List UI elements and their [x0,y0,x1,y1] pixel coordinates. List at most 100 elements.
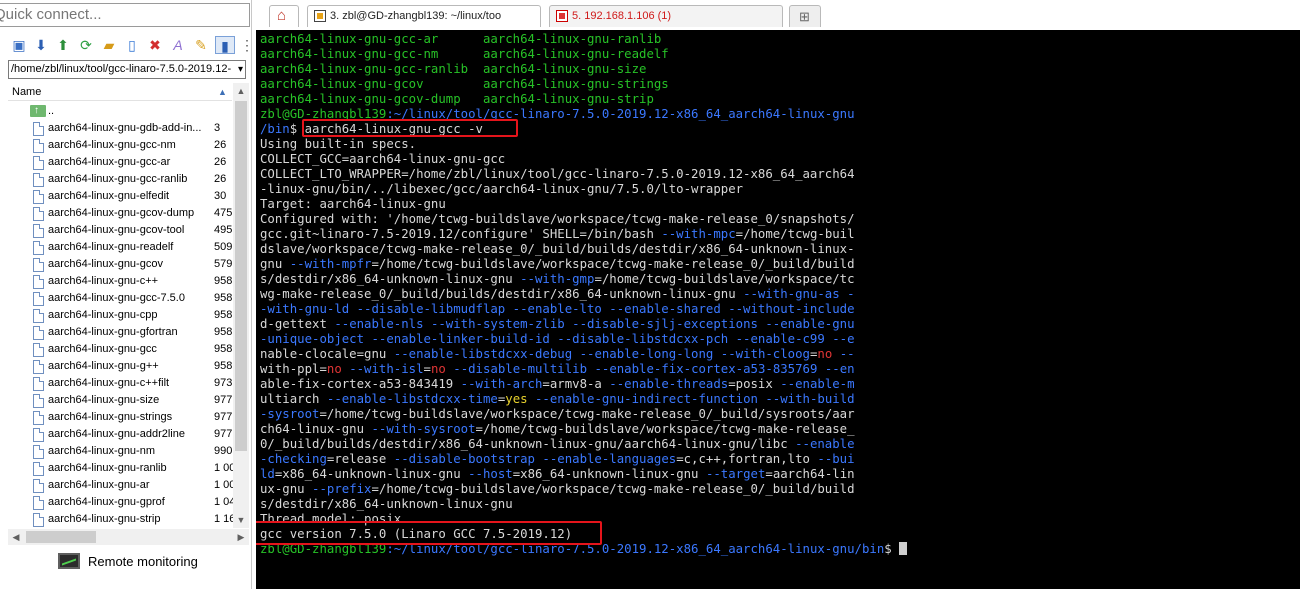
terminal-text: --bui [817,452,855,466]
scrollbar-thumb[interactable] [235,101,247,451]
terminal-text: gcc.git~linaro-7.5-2019.12/configure' SH… [260,227,662,241]
file-name: aarch64-linux-gnu-cpp [48,309,158,321]
file-size: 509 [214,241,233,253]
terminal-text: aarch64-linux-gnu-gcc-ranlib [260,62,483,76]
refresh-icon[interactable]: ⟳ [77,36,95,54]
quick-connect-input[interactable]: Quick connect... [0,3,250,27]
upload-icon[interactable]: ⬆ [54,36,72,54]
terminal-text: with-ppl [260,362,320,376]
file-icon [33,292,44,306]
terminal-text: nable-clocale [260,347,357,361]
file-name: aarch64-linux-gnu-strings [48,411,173,423]
toggle-icon[interactable]: ⋮ [238,36,251,54]
terminal-line: COLLECT_GCC=aarch64-linux-gnu-gcc [260,152,907,167]
new-tab-button[interactable]: ⊞ [789,5,821,27]
terminal-text: =/home/tcwg-buildslave/workspace/tcwg-ma… [371,482,855,496]
file-icon [33,479,44,493]
chevron-down-icon[interactable]: ▾ [238,61,243,78]
list-item[interactable]: aarch64-linux-gnu-ar 1 00 [8,477,234,494]
tab-home[interactable]: ⌂ [269,5,299,27]
list-item[interactable]: aarch64-linux-gnu-strip 1 16 [8,511,234,528]
scroll-down-icon[interactable]: ▼ [233,512,249,528]
terminal-line: dslave/workspace/tcwg-make-release_0/_bu… [260,242,907,257]
terminal-text: =release [326,452,394,466]
folder-up-icon[interactable]: ▣ [10,36,28,54]
list-item[interactable]: aarch64-linux-gnu-gdb-add-in... 3 [8,120,232,137]
terminal-text: $ [884,542,900,556]
terminal-text: -checking [260,452,327,466]
vertical-scrollbar[interactable]: ▲ ▼ [233,83,249,528]
list-item[interactable]: aarch64-linux-gnu-gprof 1 04 [8,494,234,511]
file-name: aarch64-linux-gnu-c++ [48,275,159,287]
list-item[interactable]: aarch64-linux-gnu-gcc 958 [8,341,232,358]
highlight-box-command [302,119,518,137]
list-item[interactable]: aarch64-linux-gnu-gfortran 958 [8,324,232,341]
terminal-text: --with-mpc [661,227,736,241]
file-icon [33,360,44,374]
terminal-text: ultiarch [260,392,327,406]
list-item[interactable]: aarch64-linux-gnu-c++filt 973 [8,375,232,392]
file-name: aarch64-linux-gnu-gcov [48,258,163,270]
path-combobox[interactable]: /home/zbl/linux/tool/gcc-linaro-7.5.0-20… [8,60,246,79]
rename-icon[interactable]: A [169,36,187,54]
list-item[interactable]: aarch64-linux-gnu-gcc-ar 26 [8,154,232,171]
terminal-text: =/home/tcwg-buil [735,227,855,241]
list-item[interactable]: aarch64-linux-gnu-cpp 958 [8,307,232,324]
list-item[interactable]: aarch64-linux-gnu-c++ 958 [8,273,232,290]
scroll-up-icon[interactable]: ▲ [233,83,249,99]
properties-icon[interactable]: ✎ [192,36,210,54]
terminal-text: --host [468,467,513,481]
new-file-icon[interactable]: ▯ [123,36,141,54]
sort-ascending-icon[interactable]: ▲ [218,83,227,101]
terminal-text: aarch64-linux-gnu-strip [482,92,654,106]
terminal-text: =gnu [356,347,394,361]
tab-session-5[interactable]: 5. 192.168.1.106 (1) [549,5,783,27]
scroll-left-icon[interactable]: ◀ [8,529,24,545]
delete-icon[interactable]: ✖ [146,36,164,54]
list-item[interactable]: aarch64-linux-gnu-gcc-7.5.0 958 [8,290,232,307]
terminal-text: --disable-multilib --enable-fix-cortex-a… [445,362,855,376]
terminal-line: -with-gnu-ld --disable-libmudflap --enab… [260,302,907,317]
terminal-line: Configured with: '/home/tcwg-buildslave/… [260,212,907,227]
terminal[interactable]: aarch64-linux-gnu-gcc-ar aarch64-linux-g… [256,30,1300,589]
list-item[interactable]: aarch64-linux-gnu-g++ 958 [8,358,232,375]
new-folder-icon[interactable]: ▰ [100,36,118,54]
list-item[interactable]: aarch64-linux-gnu-gcov 579 [8,256,232,273]
file-size: 26 [214,139,227,151]
download-icon[interactable]: ⬇ [32,36,50,54]
list-item[interactable]: aarch64-linux-gnu-readelf 509 [8,239,232,256]
list-item[interactable]: aarch64-linux-gnu-strings 977 [8,409,232,426]
terminal-session-icon [556,10,568,22]
list-item[interactable]: aarch64-linux-gnu-nm 990 [8,443,232,460]
terminal-text: COLLECT_LTO_WRAPPER=/home/zbl/linux/tool… [260,167,855,181]
file-name: aarch64-linux-gnu-gcc-ar [48,156,171,168]
file-icon [33,207,44,221]
scroll-right-icon[interactable]: ▶ [233,529,249,545]
tab-session-3[interactable]: 3. zbl@GD-zhangbl139: ~/linux/too [307,5,541,27]
terminal-text: --enable [795,437,855,451]
file-icon [33,275,44,289]
terminal-text: aarch64-linux-gnu-strings [482,77,669,91]
column-name-header[interactable]: Name [12,83,41,101]
list-item[interactable]: aarch64-linux-gnu-gcc-ranlib 26 [8,171,232,188]
terminal-line: with-ppl=no --with-isl=no --disable-mult… [260,362,907,377]
terminal-text: --enable-m [780,377,855,391]
settings-icon[interactable]: ▮ [215,36,235,54]
home-icon: ⌂ [277,7,287,24]
terminal-line: gcc.git~linaro-7.5-2019.12/configure' SH… [260,227,907,242]
list-item[interactable]: aarch64-linux-gnu-size 977 [8,392,232,409]
list-item[interactable]: aarch64-linux-gnu-elfedit 30 [8,188,232,205]
list-item-parent-dir[interactable]: .. [8,102,232,120]
list-item[interactable]: aarch64-linux-gnu-ranlib 1 00 [8,460,234,477]
list-item[interactable]: aarch64-linux-gnu-addr2line 977 [8,426,232,443]
list-item[interactable]: aarch64-linux-gnu-gcov-dump 475 [8,205,232,222]
scrollbar-thumb[interactable] [26,531,96,543]
list-item[interactable]: aarch64-linux-gnu-gcc-nm 26 [8,137,232,154]
terminal-text: =posix [728,377,781,391]
terminal-text: --with-isl [341,362,424,376]
terminal-text: ux-gnu [260,482,313,496]
list-item[interactable]: aarch64-linux-gnu-gcov-tool 495 [8,222,232,239]
terminal-line: nable-clocale=gnu --enable-libstdcxx-deb… [260,347,907,362]
horizontal-scrollbar[interactable]: ◀ ▶ [8,529,249,545]
terminal-text: =x86_64-unknown-linux-gnu [512,467,706,481]
